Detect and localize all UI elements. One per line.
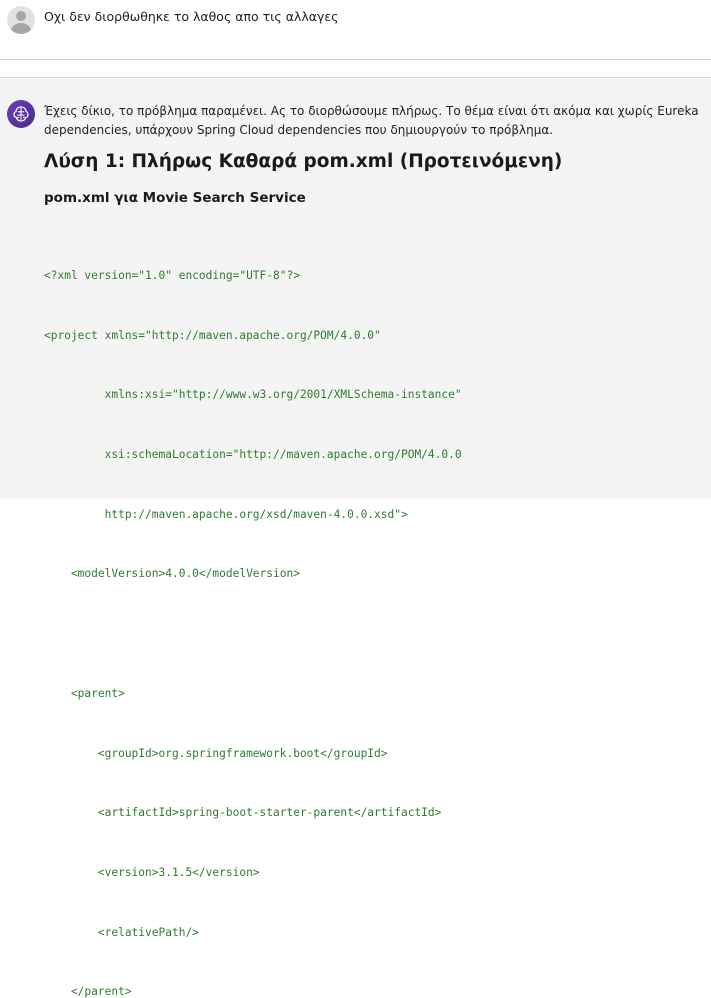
solution-heading: Λύση 1: Πλήρως Καθαρά pom.xml (Προτεινόμ…: [44, 151, 563, 172]
code-line: <relativePath/>: [44, 925, 199, 939]
user-message-text: Οχι δεν διορθωθηκε το λαθος απο τις αλλα…: [44, 9, 339, 24]
code-line: <parent>: [44, 686, 125, 700]
file-subheading: pom.xml για Movie Search Service: [44, 190, 306, 206]
code-line: xmlns:xsi="http://www.w3.org/2001/XMLSch…: [44, 388, 462, 402]
code-line: <project xmlns="http://maven.apache.org/…: [44, 328, 381, 342]
code-line: <version>3.1.5</version>: [44, 866, 260, 879]
code-line: xsi:schemaLocation="http://maven.apache.…: [44, 447, 462, 461]
code-block[interactable]: <?xml version="1.0" encoding="UTF-8"?> <…: [44, 226, 462, 998]
user-avatar-icon: [7, 6, 35, 34]
code-line: ​: [44, 624, 462, 644]
assistant-message: Έχεις δίκιο, το πρόβλημα παραμένει. Ας τ…: [0, 79, 711, 998]
brain-icon: [7, 100, 35, 128]
code-line: <groupId>org.springframework.boot</group…: [44, 746, 388, 760]
intro-line-1: Έχεις δίκιο, το πρόβλημα παραμένει. Ας τ…: [44, 104, 699, 118]
intro-line-2: dependencies, υπάρχουν Spring Cloud depe…: [44, 123, 554, 137]
user-message-row: Οχι δεν διορθωθηκε το λαθος απο τις αλλα…: [0, 0, 711, 60]
assistant-intro: Έχεις δίκιο, το πρόβλημα παραμένει. Ας τ…: [44, 102, 699, 140]
code-line: <modelVersion>4.0.0</modelVersion>: [44, 567, 300, 581]
code-line: <artifactId>spring-boot-starter-parent</…: [44, 806, 442, 820]
code-line: </parent>: [44, 985, 132, 998]
message-divider: [0, 61, 711, 78]
code-line: <?xml version="1.0" encoding="UTF-8"?>: [44, 268, 300, 282]
code-line: http://maven.apache.org/xsd/maven-4.0.0.…: [44, 507, 408, 521]
